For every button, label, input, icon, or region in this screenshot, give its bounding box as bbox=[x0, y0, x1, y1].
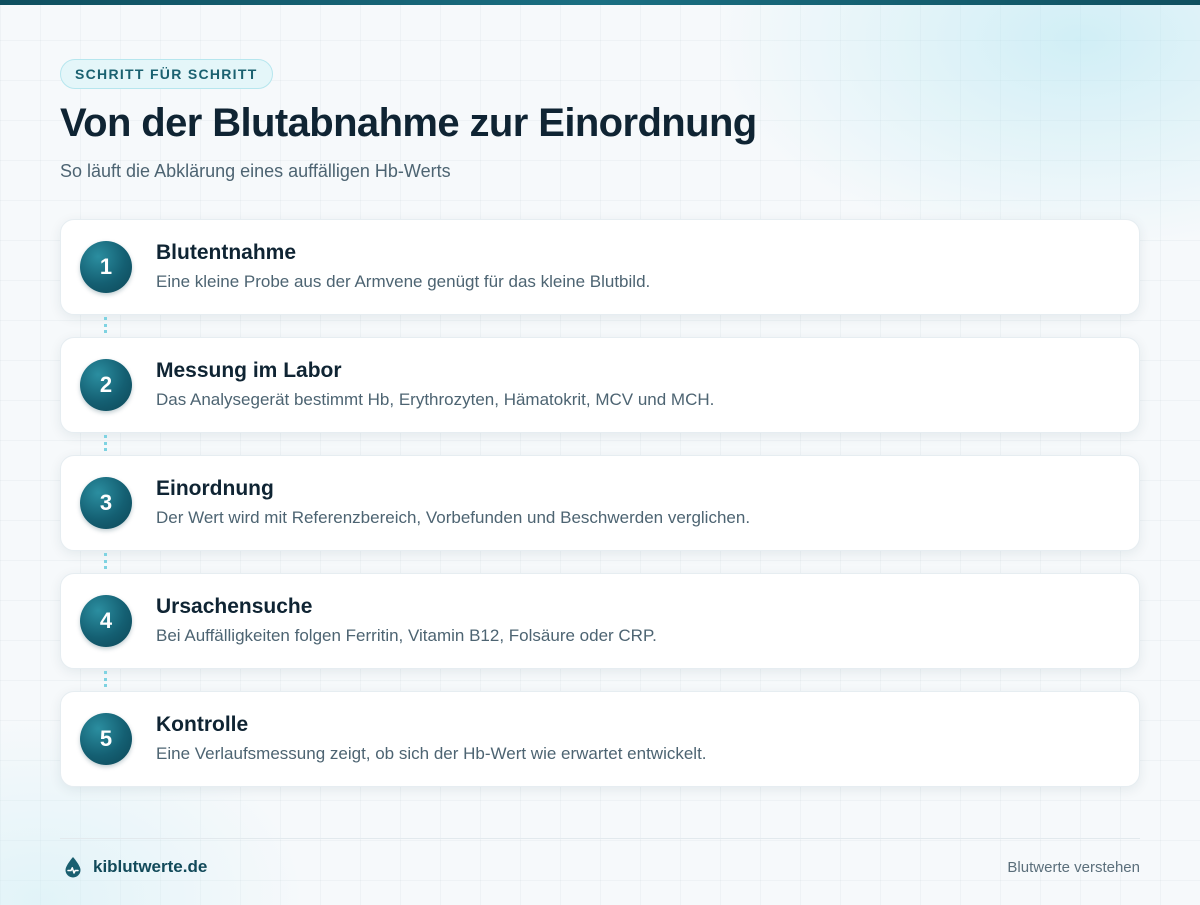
step-title: Messung im Labor bbox=[156, 359, 342, 382]
step-description: Eine Verlaufsmessung zeigt, ob sich der … bbox=[156, 744, 707, 763]
step-description: Das Analysegerät bestimmt Hb, Erythrozyt… bbox=[156, 390, 715, 409]
step-connector bbox=[104, 553, 107, 569]
step-number-badge: 5 bbox=[80, 713, 132, 765]
step-connector bbox=[104, 317, 107, 333]
step-title: Kontrolle bbox=[156, 713, 249, 736]
step-description: Der Wert wird mit Referenzbereich, Vorbe… bbox=[156, 508, 751, 527]
step-card-3: 3 Einordnung Der Wert wird mit Referenzb… bbox=[60, 455, 1140, 551]
step-card-1: 1 Blutentnahme Eine kleine Probe aus der… bbox=[60, 219, 1140, 315]
step-connector bbox=[104, 671, 107, 687]
blood-drop-icon bbox=[64, 856, 82, 878]
step-title: Blutentnahme bbox=[156, 241, 297, 264]
step-number-badge: 2 bbox=[80, 359, 132, 411]
step-number-badge: 4 bbox=[80, 595, 132, 647]
brand-name: kiblutwerte.de bbox=[93, 857, 208, 876]
step-card-5: 5 Kontrolle Eine Verlaufsmessung zeigt, … bbox=[60, 691, 1140, 787]
step-number-badge: 3 bbox=[80, 477, 132, 529]
brand[interactable]: kiblutwerte.de bbox=[64, 855, 207, 879]
step-title: Ursachensuche bbox=[156, 595, 313, 618]
step-title: Einordnung bbox=[156, 477, 274, 500]
step-connector bbox=[104, 435, 107, 451]
step-description: Bei Auffälligkeiten folgen Ferritin, Vit… bbox=[156, 626, 657, 645]
step-card-4: 4 Ursachensuche Bei Auffälligkeiten folg… bbox=[60, 573, 1140, 669]
section-badge: SCHRITT FÜR SCHRITT bbox=[60, 59, 273, 89]
footer-divider bbox=[60, 838, 1140, 839]
top-accent-bar bbox=[0, 0, 1200, 5]
footer-tagline: Blutwerte verstehen bbox=[1007, 859, 1140, 876]
page-subtitle: So läuft die Abklärung eines auffälligen… bbox=[60, 161, 451, 181]
step-description: Eine kleine Probe aus der Armvene genügt… bbox=[156, 272, 651, 291]
page-title: Von der Blutabnahme zur Einordnung bbox=[60, 101, 757, 145]
step-card-2: 2 Messung im Labor Das Analysegerät best… bbox=[60, 337, 1140, 433]
step-number-badge: 1 bbox=[80, 241, 132, 293]
